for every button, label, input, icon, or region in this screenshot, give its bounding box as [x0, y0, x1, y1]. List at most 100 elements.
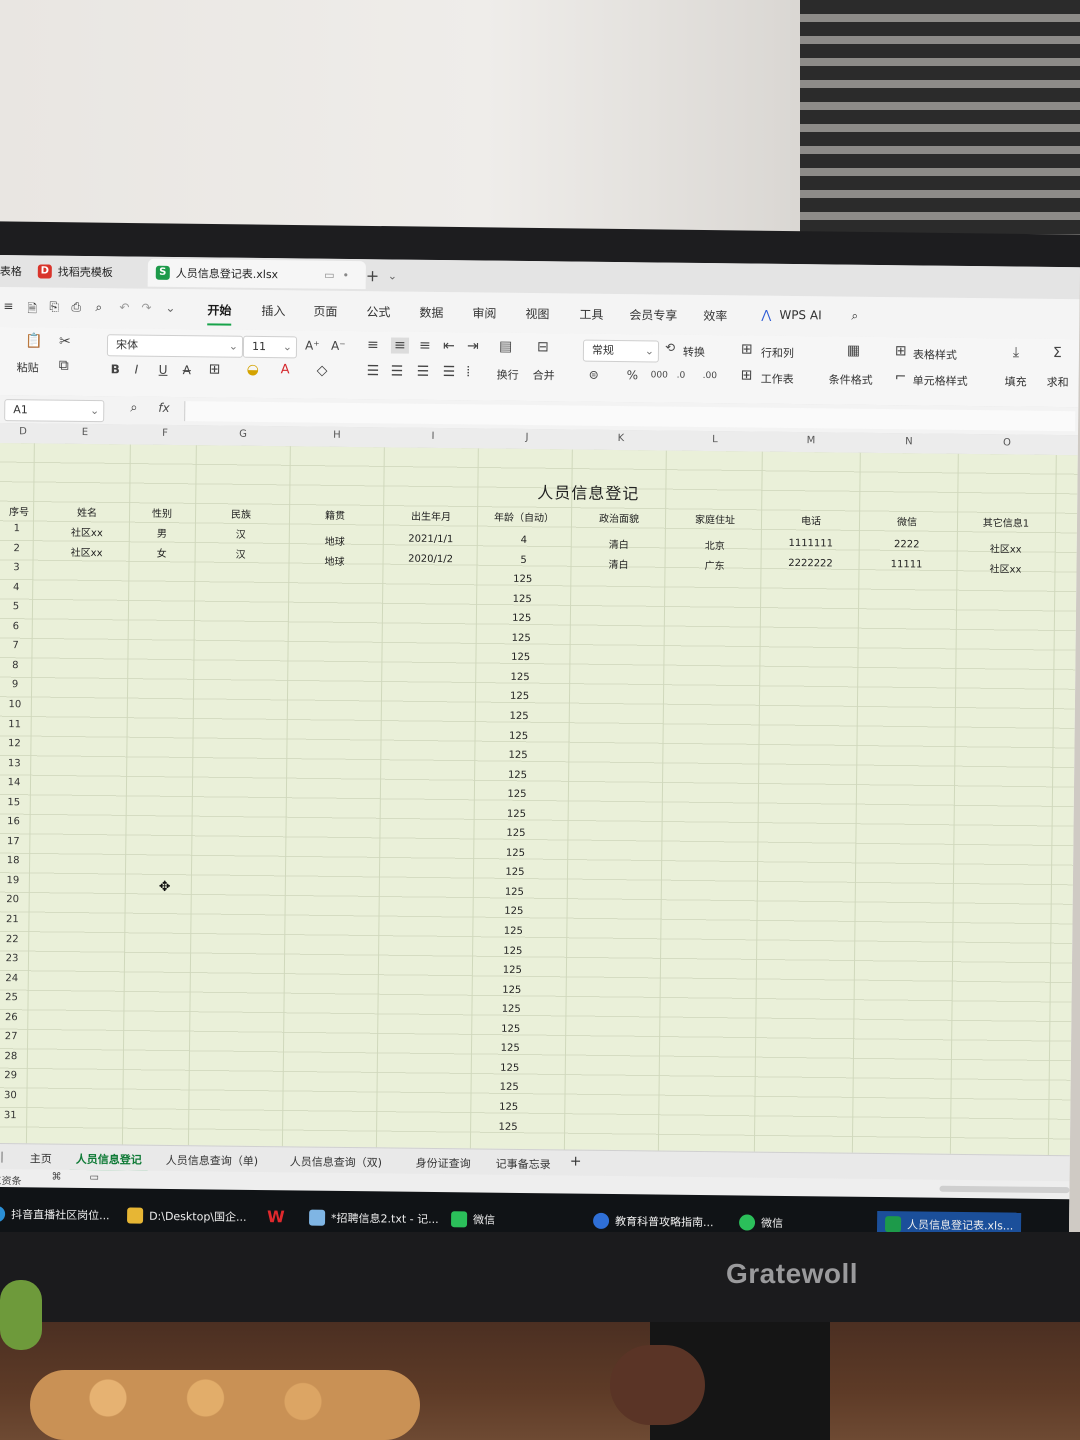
- row-number[interactable]: 12: [0, 738, 28, 749]
- cell-age[interactable]: 125: [479, 613, 565, 625]
- row-number[interactable]: 7: [2, 640, 30, 651]
- menu-efficiency[interactable]: 效率: [703, 307, 727, 324]
- cell-age[interactable]: 125: [472, 847, 558, 859]
- cell-name[interactable]: 社区xx: [57, 524, 117, 540]
- font-color-icon[interactable]: A: [281, 362, 290, 377]
- italic-icon[interactable]: I: [135, 363, 139, 377]
- menu-member[interactable]: 会员专享: [629, 306, 677, 324]
- indent-decrease-icon[interactable]: ⇤: [443, 338, 455, 354]
- cell-phone[interactable]: 2222222: [772, 557, 848, 570]
- cell-age[interactable]: 125: [478, 632, 564, 644]
- row-number[interactable]: 6: [2, 621, 30, 632]
- status-left-label[interactable]: 工资条: [0, 1172, 22, 1187]
- monitor-icon[interactable]: ▭: [324, 268, 335, 281]
- row-number[interactable]: 3: [2, 562, 30, 573]
- number-format-select[interactable]: 常规 ⌄: [582, 339, 660, 363]
- cell-address[interactable]: 广东: [676, 556, 752, 572]
- col-header[interactable]: G: [236, 429, 250, 440]
- tab-spreadsheet[interactable]: S 人员信息登记表.xlsx ▭ •: [147, 258, 366, 290]
- cell-age[interactable]: 125: [471, 886, 557, 898]
- row-number[interactable]: 15: [0, 797, 28, 808]
- row-number[interactable]: 1: [3, 523, 31, 534]
- tab-list-chevron-icon[interactable]: ⌄: [388, 261, 398, 289]
- save-icon[interactable]: 🗎: [27, 299, 37, 320]
- cell-age[interactable]: 125: [472, 867, 558, 879]
- cell-ethnicity[interactable]: 汉: [211, 525, 271, 541]
- menu-data[interactable]: 数据: [419, 304, 443, 321]
- col-header[interactable]: M: [804, 435, 818, 446]
- cell-age[interactable]: 125: [475, 749, 561, 761]
- align-left-icon[interactable]: ☰: [367, 363, 380, 379]
- cond-format-button[interactable]: 条件格式: [829, 371, 873, 387]
- align-center-icon[interactable]: ☰: [391, 363, 404, 379]
- print-icon[interactable]: ⎙: [71, 300, 81, 315]
- row-number[interactable]: 21: [0, 914, 27, 925]
- cell-hometown[interactable]: 地球: [304, 552, 364, 568]
- fill-color-icon[interactable]: ◒: [247, 362, 259, 378]
- cell-age[interactable]: 125: [470, 945, 556, 957]
- cell-age[interactable]: 125: [467, 1062, 553, 1074]
- undo-icon[interactable]: ↶: [119, 300, 129, 314]
- row-number[interactable]: 31: [0, 1110, 24, 1121]
- cell-phone[interactable]: 1111111: [773, 538, 849, 550]
- row-number[interactable]: 19: [0, 875, 27, 886]
- cell-political[interactable]: 清白: [581, 536, 657, 552]
- table-style-button[interactable]: 表格样式: [913, 346, 957, 362]
- cell-age[interactable]: 125: [477, 691, 563, 703]
- cell-age[interactable]: 125: [469, 964, 555, 976]
- row-number[interactable]: 27: [0, 1031, 25, 1042]
- cell-address[interactable]: 北京: [677, 537, 753, 553]
- row-number[interactable]: 26: [0, 1012, 25, 1023]
- col-header[interactable]: N: [902, 436, 916, 447]
- tab-fragment[interactable]: 表格: [0, 257, 22, 285]
- row-number[interactable]: 25: [0, 992, 26, 1003]
- font-name-select[interactable]: 宋体 ⌄: [106, 334, 244, 358]
- row-number[interactable]: 20: [0, 894, 27, 906]
- spreadsheet-grid[interactable]: 人员信息登记 序号 姓名 性别 民族 籍贯 出生年月 年龄（自动） 政治面貌 家…: [0, 442, 1078, 1156]
- cell-age[interactable]: 125: [474, 769, 560, 781]
- row-number[interactable]: 5: [2, 601, 30, 612]
- rows-cols-button[interactable]: 行和列: [761, 345, 794, 361]
- indent-increase-icon[interactable]: ⇥: [467, 338, 479, 354]
- cell-age[interactable]: 125: [471, 906, 557, 918]
- col-header[interactable]: F: [158, 428, 172, 439]
- rows-cols-icon[interactable]: ⊞: [741, 341, 753, 357]
- align-middle-icon[interactable]: ≡: [390, 337, 409, 354]
- percent-icon[interactable]: %: [627, 368, 639, 382]
- worksheet-icon[interactable]: ⊞: [741, 367, 753, 383]
- border-icon[interactable]: ⊞: [209, 361, 221, 377]
- underline-icon[interactable]: U: [159, 363, 168, 377]
- col-header[interactable]: H: [330, 430, 344, 441]
- cell-age[interactable]: 125: [468, 1023, 554, 1035]
- header-cell[interactable]: 其它信息1: [963, 514, 1049, 530]
- header-cell[interactable]: 籍贯: [305, 506, 365, 522]
- convert-icon[interactable]: ⟲: [665, 341, 675, 355]
- clear-format-icon[interactable]: ◇: [317, 363, 328, 379]
- cond-format-icon[interactable]: ▦: [847, 343, 860, 359]
- cell-age[interactable]: 4: [481, 534, 567, 546]
- header-cell[interactable]: 序号: [5, 503, 33, 518]
- cell-age[interactable]: 125: [478, 652, 564, 664]
- cut-icon[interactable]: ✂: [59, 334, 71, 350]
- sum-button[interactable]: 求和: [1047, 374, 1069, 390]
- fill-icon[interactable]: ⤓: [1013, 344, 1019, 360]
- name-box[interactable]: A1 ⌄: [4, 399, 105, 423]
- row-number[interactable]: 24: [0, 973, 26, 984]
- cell-birth[interactable]: 2020/1/2: [393, 553, 469, 565]
- convert-button[interactable]: 转换: [683, 344, 705, 360]
- row-number[interactable]: 18: [0, 855, 27, 866]
- taskbar-wechat-window[interactable]: 微信: [451, 1206, 495, 1232]
- cell-age[interactable]: 125: [470, 925, 556, 937]
- cell-age[interactable]: 125: [476, 730, 562, 742]
- font-size-select[interactable]: 11 ⌄: [242, 335, 298, 359]
- hamburger-icon[interactable]: ≡: [3, 299, 13, 313]
- menu-wps-ai[interactable]: WPS AI: [779, 308, 821, 322]
- zoom-icon[interactable]: ⌕: [130, 400, 137, 415]
- row-number[interactable]: 4: [2, 582, 30, 593]
- last-sheet-icon[interactable]: ›|: [0, 1150, 4, 1163]
- menu-start[interactable]: 开始: [207, 301, 231, 318]
- header-cell[interactable]: 出生年月: [393, 507, 469, 523]
- decimal-increase-icon[interactable]: .0: [677, 371, 686, 381]
- fx-icon[interactable]: fx: [158, 401, 169, 415]
- layout-icon[interactable]: ▭: [89, 1172, 99, 1183]
